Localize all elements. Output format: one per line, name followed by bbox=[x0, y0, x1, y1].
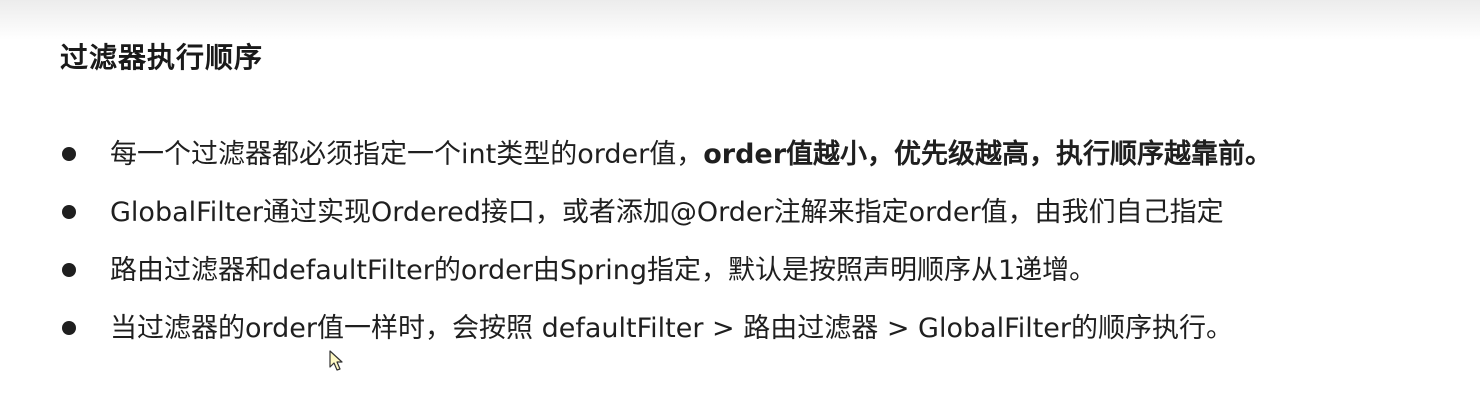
mouse-pointer-icon bbox=[329, 350, 343, 371]
bullet-text: 每一个过滤器都必须指定一个int类型的order值，order值越小，优先级越高… bbox=[110, 134, 1272, 176]
slide-title: 过滤器执行顺序 bbox=[60, 41, 264, 74]
bullet-text: 当过滤器的order值一样时，会按照 defaultFilter > 路由过滤器… bbox=[110, 313, 1234, 344]
bullet-dot-icon bbox=[62, 147, 76, 161]
bullet-dot-icon bbox=[62, 321, 76, 335]
bullet-dot-icon bbox=[62, 205, 76, 219]
bullet-text-regular: 每一个过滤器都必须指定一个int类型的order值， bbox=[110, 139, 704, 170]
bullet-text: 路由过滤器和defaultFilter的order由Spring指定，默认是按照… bbox=[110, 255, 1097, 286]
bullet-text: GlobalFilter通过实现Ordered接口，或者添加@Order注解来指… bbox=[110, 197, 1224, 228]
bullet-dot-icon bbox=[62, 263, 76, 277]
top-shadow bbox=[0, 0, 1480, 40]
bullet-text-emphasis: order值越小，优先级越高，执行顺序越靠前。 bbox=[703, 139, 1273, 170]
